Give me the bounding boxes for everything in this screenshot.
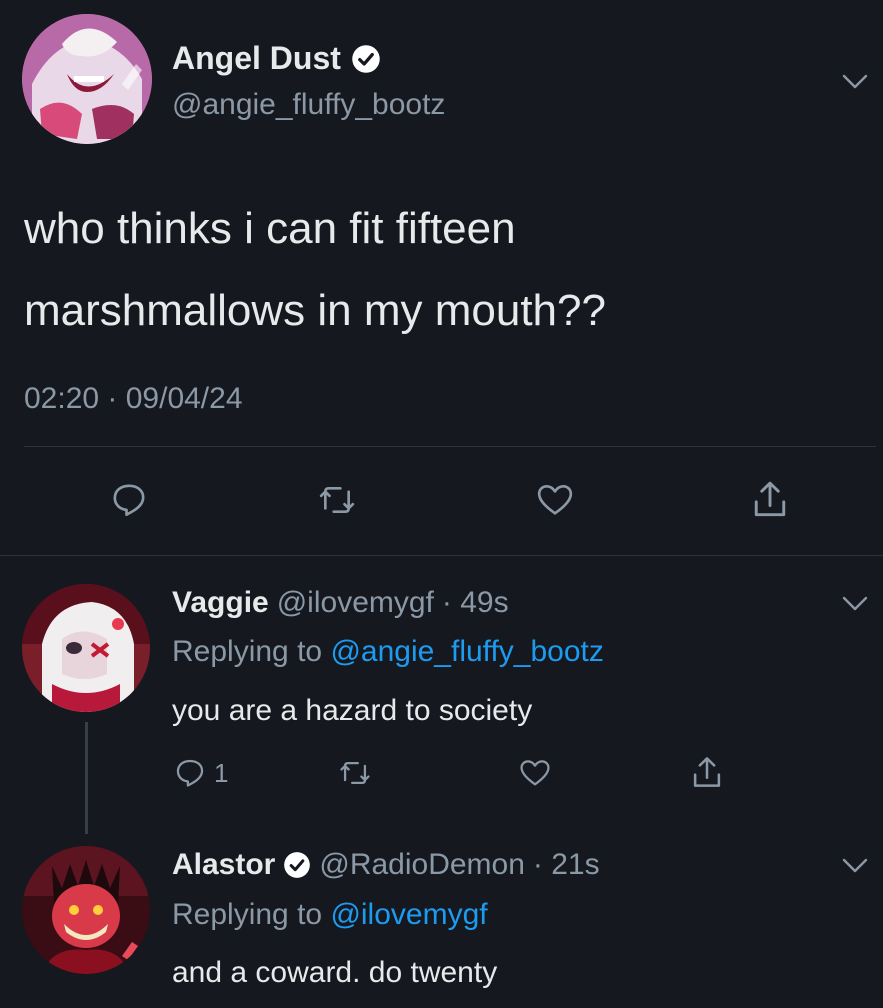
- divider: [24, 446, 876, 447]
- tweet-timestamp: 02:20 · 09/04/24: [24, 382, 243, 415]
- reply-text: and a coward. do twenty: [172, 956, 498, 989]
- share-icon: [693, 757, 721, 787]
- avatar-alastor[interactable]: [22, 846, 150, 974]
- retweet-button[interactable]: [336, 756, 374, 790]
- heart-icon: [520, 760, 550, 786]
- author-handle[interactable]: @angie_fluffy_bootz: [172, 88, 445, 122]
- share-icon: [754, 481, 786, 517]
- tweet-text-line: marshmallows in my mouth??: [24, 286, 606, 335]
- reply-author-row[interactable]: Alastor @RadioDemon · 21s: [172, 848, 600, 882]
- reply-button[interactable]: 1: [172, 756, 228, 790]
- verified-badge-icon: [283, 851, 311, 879]
- reply-author-name[interactable]: Vaggie: [172, 586, 269, 620]
- chevron-down-icon[interactable]: [840, 594, 870, 614]
- reply-author-name[interactable]: Alastor: [172, 848, 275, 882]
- replying-to-line: Replying to @ilovemygf: [172, 898, 488, 932]
- reply-button[interactable]: [108, 480, 150, 520]
- chevron-down-icon[interactable]: [840, 72, 870, 92]
- reply-age: · 49s: [441, 586, 509, 619]
- replying-to-mention[interactable]: @angie_fluffy_bootz: [330, 635, 603, 668]
- author-name[interactable]: Angel Dust: [172, 40, 341, 77]
- share-button[interactable]: [688, 754, 726, 792]
- reply-icon: [176, 759, 204, 787]
- like-button[interactable]: [516, 756, 554, 790]
- tweet-text: who thinks i can fit fifteen marshmallow…: [24, 188, 844, 352]
- reply-author-row[interactable]: Vaggie @ilovemygf · 49s: [172, 586, 509, 620]
- avatar-vaggie[interactable]: [22, 584, 150, 712]
- heart-icon: [537, 485, 573, 515]
- tweet-thread-screen: Angel Dust @angie_fluffy_bootz who think…: [0, 0, 883, 1008]
- like-button[interactable]: [533, 480, 577, 520]
- reply-text: you are a hazard to society: [172, 694, 533, 727]
- verified-badge-icon: [351, 44, 381, 74]
- reply-icon: [113, 484, 145, 516]
- avatar-angel-dust[interactable]: [22, 14, 152, 144]
- retweet-icon: [340, 761, 370, 785]
- chevron-down-icon[interactable]: [840, 856, 870, 876]
- retweet-icon: [319, 487, 355, 513]
- tweet-text-line: who thinks i can fit fifteen: [24, 204, 516, 253]
- reply-age: · 21s: [532, 848, 600, 881]
- replying-to-label: Replying to: [172, 898, 323, 931]
- replying-to-line: Replying to @angie_fluffy_bootz: [172, 635, 604, 669]
- retweet-button[interactable]: [315, 480, 359, 520]
- thread-connector-line: [85, 722, 88, 834]
- reply-count: 1: [214, 757, 229, 788]
- reply-author-handle[interactable]: @ilovemygf: [277, 586, 434, 620]
- replying-to-mention[interactable]: @ilovemygf: [330, 898, 487, 931]
- author-name-row[interactable]: Angel Dust: [172, 40, 381, 77]
- share-button[interactable]: [748, 478, 792, 522]
- replying-to-label: Replying to: [172, 635, 323, 668]
- divider: [0, 555, 883, 556]
- reply-author-handle[interactable]: @RadioDemon: [319, 848, 525, 882]
